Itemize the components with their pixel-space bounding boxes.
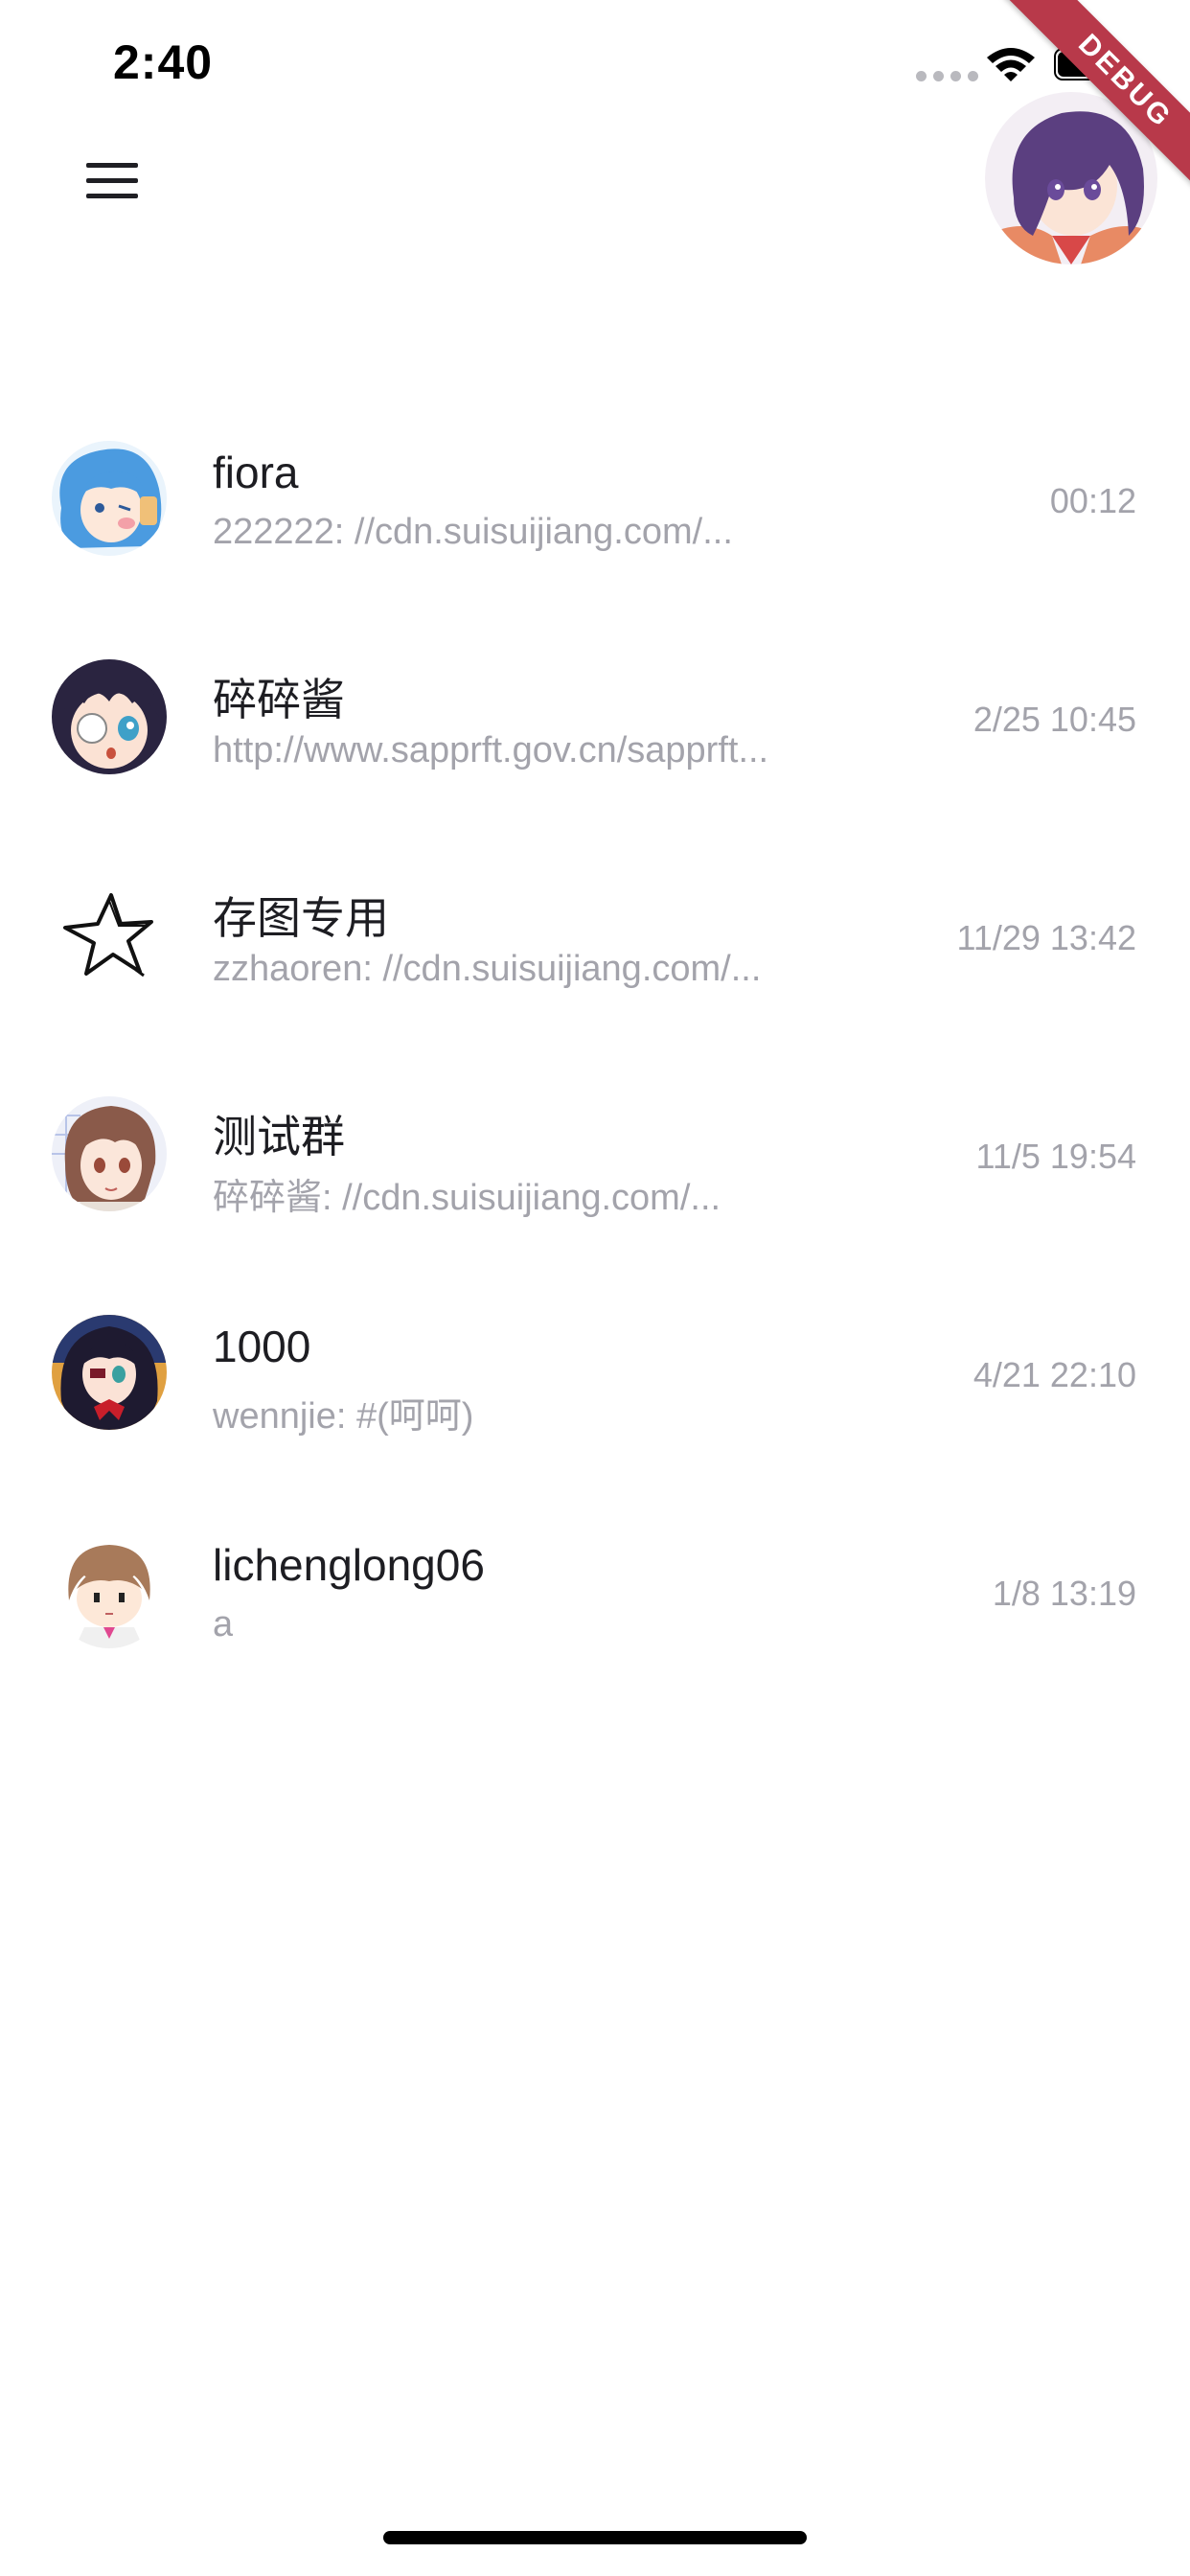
- chat-list-item[interactable]: 1000 wennjie: #(呵呵) 4/21 22:10: [0, 1263, 1190, 1482]
- cellular-signal-icon: [916, 71, 978, 81]
- chat-time: 11/5 19:54: [975, 1137, 1136, 1176]
- chat-name: fiora: [213, 448, 299, 497]
- brown-hair-anime-avatar: [52, 1096, 167, 1211]
- hamburger-menu-icon: [86, 162, 138, 168]
- chat-preview: zzhaoren: //cdn.suisuijiang.com/...: [213, 949, 762, 989]
- dark-hair-red-ribbon-avatar: [52, 1315, 167, 1430]
- eyepatch-anime-avatar: [52, 659, 167, 774]
- wifi-icon: [987, 48, 1035, 81]
- status-time: 2:40: [113, 35, 214, 89]
- chat-list-item[interactable]: fiora 222222: //cdn.suisuijiang.com/... …: [0, 389, 1190, 608]
- chat-preview: a: [213, 1604, 234, 1644]
- chat-list-item[interactable]: 碎碎酱 http://www.sapprft.gov.cn/sapprft...…: [0, 608, 1190, 826]
- blue-hair-anime-avatar: [52, 441, 167, 556]
- chat-preview: 222222: //cdn.suisuijiang.com/...: [213, 512, 733, 552]
- chat-time: 11/29 13:42: [956, 918, 1136, 957]
- chat-preview: 碎碎酱: //cdn.suisuijiang.com/...: [213, 1178, 721, 1218]
- chat-list-item[interactable]: 存图专用 zzhaoren: //cdn.suisuijiang.com/...…: [0, 826, 1190, 1045]
- status-bar: 2:40: [0, 0, 1190, 125]
- chat-name: 碎碎酱: [213, 675, 345, 724]
- chat-time: 2/25 10:45: [973, 700, 1136, 739]
- chat-list-item[interactable]: 测试群 碎碎酱: //cdn.suisuijiang.com/... 11/5 …: [0, 1045, 1190, 1263]
- chat-name: 测试群: [213, 1112, 345, 1162]
- chibi-brown-hair-avatar: [52, 1533, 167, 1648]
- chat-name: lichenglong06: [213, 1540, 485, 1590]
- chat-list-item[interactable]: lichenglong06 a 1/8 13:19: [0, 1482, 1190, 1700]
- chat-preview: wennjie: #(呵呵): [213, 1396, 474, 1437]
- chat-time: 1/8 13:19: [992, 1574, 1136, 1613]
- chat-preview: http://www.sapprft.gov.cn/sapprft...: [213, 730, 769, 770]
- chat-name: 存图专用: [213, 893, 389, 943]
- chat-list: fiora 222222: //cdn.suisuijiang.com/... …: [0, 389, 1190, 1700]
- chat-name: 1000: [213, 1322, 311, 1371]
- home-indicator[interactable]: [383, 2531, 807, 2544]
- chat-time: 4/21 22:10: [973, 1355, 1136, 1394]
- menu-button[interactable]: [75, 151, 148, 209]
- star-sketch-avatar: [52, 878, 167, 993]
- chat-time: 00:12: [1049, 481, 1136, 520]
